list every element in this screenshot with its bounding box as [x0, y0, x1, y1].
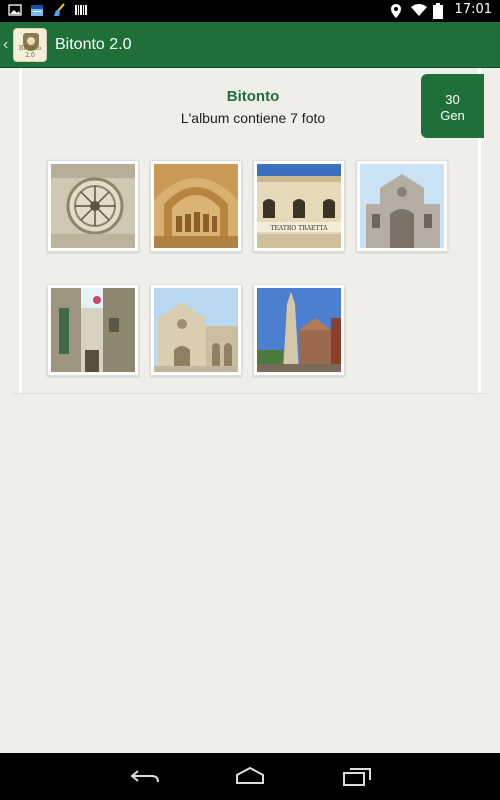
date-month: Gen: [440, 108, 465, 123]
broom-icon: [52, 3, 66, 17]
clock: 17:01: [454, 2, 492, 17]
app-logo[interactable]: Bitonto 2.0: [13, 27, 47, 62]
photo-thumbnail-baroque-church[interactable]: [356, 160, 448, 252]
image-icon: [8, 3, 22, 17]
logo-text: Bitonto 2.0: [18, 44, 42, 59]
date-badge: 30 Gen: [421, 74, 484, 138]
album-content: Bitonto L'album contiene 7 foto 30 Gen T…: [12, 68, 488, 753]
album-card: Bitonto L'album contiene 7 foto 30 Gen T…: [19, 68, 484, 393]
date-day: 30: [445, 92, 460, 107]
barcode-icon: [74, 3, 88, 17]
card-divider: [12, 393, 488, 394]
back-icon[interactable]: [130, 765, 160, 787]
photo-thumbnail-cathedral[interactable]: [150, 284, 242, 376]
battery-icon: [432, 2, 447, 19]
app-title: Bitonto 2.0: [55, 35, 132, 53]
photo-thumbnail-portal-relief[interactable]: [150, 160, 242, 252]
photo-thumbnail-narrow-street[interactable]: [47, 284, 139, 376]
recent-apps-icon[interactable]: [342, 765, 372, 787]
wifi-icon: [410, 3, 427, 17]
location-icon: [389, 3, 403, 18]
home-icon[interactable]: [235, 765, 265, 787]
album-title: Bitonto: [226, 88, 280, 105]
photo-thumbnail-teatro-traetta[interactable]: TEATRO TRAETTA: [253, 160, 345, 252]
album-photo-count: L'album contiene 7 foto: [180, 110, 326, 126]
status-bar: 17:01: [0, 0, 500, 22]
navigation-bar: [0, 753, 500, 800]
up-chevron-icon[interactable]: ‹: [3, 36, 11, 54]
action-bar: ‹ Bitonto 2.0 Bitonto 2.0: [0, 22, 500, 68]
photo-thumbnail-obelisk[interactable]: [253, 284, 345, 376]
photo-thumbnail-rose-window[interactable]: [47, 160, 139, 252]
calendar-icon: [30, 3, 44, 17]
svg-text:TEATRO TRAETTA: TEATRO TRAETTA: [270, 225, 328, 232]
